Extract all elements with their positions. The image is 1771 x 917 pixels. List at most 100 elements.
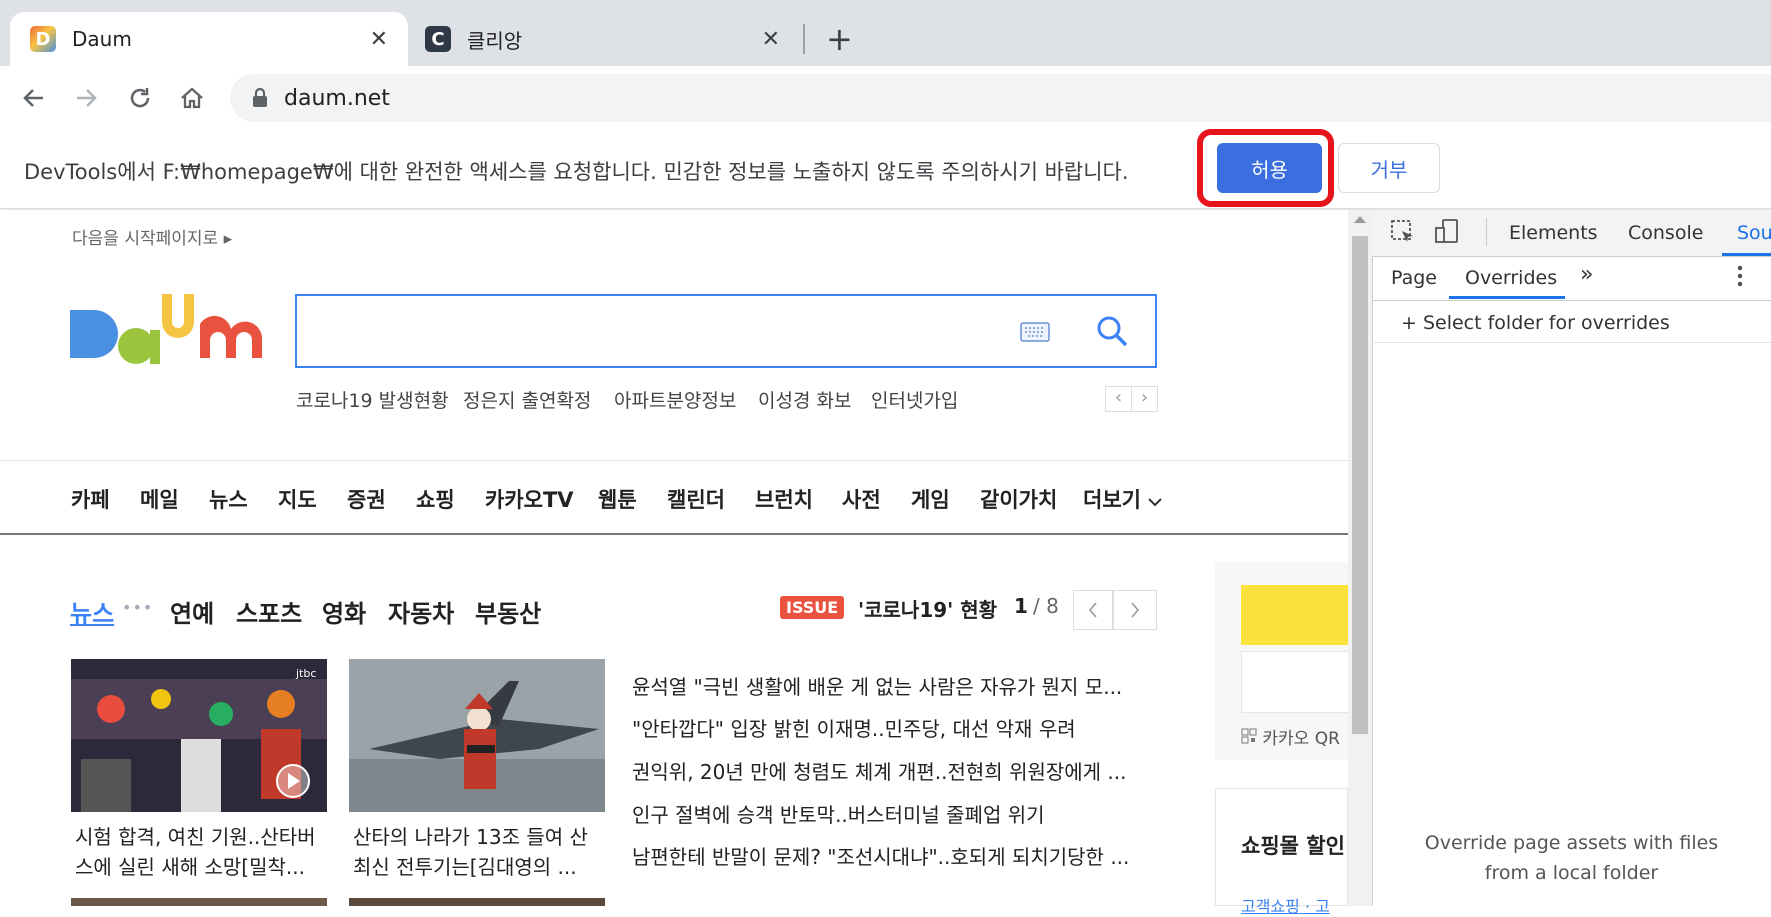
trend-keyword[interactable]: 인터넷가입 bbox=[871, 386, 958, 413]
nav-more-label: 더보기 bbox=[1083, 488, 1141, 512]
news-dots-indicator: ••• bbox=[122, 598, 154, 617]
trend-keyword[interactable]: 정은지 출연확정 bbox=[463, 386, 591, 413]
news-tab-car[interactable]: 자동차 bbox=[388, 594, 454, 629]
news-tab-sports[interactable]: 스포츠 bbox=[236, 594, 302, 629]
nav-shopping[interactable]: 쇼핑 bbox=[416, 484, 455, 514]
divider bbox=[0, 460, 1348, 461]
nav-calendar[interactable]: 캘린더 bbox=[667, 484, 725, 514]
daum-logo[interactable] bbox=[70, 290, 270, 385]
nav-kakaotv[interactable]: 카카오TV bbox=[485, 484, 574, 514]
set-homepage-link[interactable]: 다음을 시작페이지로 ▸ bbox=[72, 224, 232, 249]
back-button[interactable] bbox=[16, 80, 52, 116]
permission-message: DevTools에서 F:₩homepage₩에 대한 완전한 액세스를 요청합… bbox=[24, 160, 1129, 184]
nav-webtoon[interactable]: 웹툰 bbox=[598, 484, 637, 514]
subtab-overrides[interactable]: Overrides bbox=[1465, 267, 1557, 289]
news-tab-news[interactable]: 뉴스 bbox=[70, 594, 114, 629]
close-icon[interactable]: ✕ bbox=[762, 27, 780, 52]
tab-daum[interactable]: D Daum ✕ bbox=[10, 12, 408, 66]
reload-button[interactable] bbox=[122, 80, 158, 116]
kakao-qr-link[interactable]: 카카오 QR bbox=[1241, 724, 1340, 749]
thumb-caption[interactable]: 시험 합격, 여친 기원..산타버 bbox=[75, 822, 316, 852]
jet-santa-photo-icon bbox=[349, 659, 605, 812]
trend-prev-button[interactable]: ‹ bbox=[1105, 386, 1132, 412]
subtab-page[interactable]: Page bbox=[1391, 267, 1437, 289]
news-tab-realestate[interactable]: 부동산 bbox=[475, 594, 541, 629]
keyboard-icon[interactable] bbox=[1020, 322, 1050, 346]
issue-page-total: / 8 bbox=[1033, 594, 1059, 618]
trend-keyword[interactable]: 아파트분양정보 bbox=[614, 386, 736, 413]
devtools-tab-elements[interactable]: Elements bbox=[1509, 222, 1598, 244]
new-tab-button[interactable]: + bbox=[826, 20, 853, 58]
deny-button[interactable]: 거부 bbox=[1338, 143, 1440, 193]
qr-icon bbox=[1241, 728, 1257, 744]
thumb-caption[interactable]: 스에 실린 새해 소망[밀착... bbox=[75, 852, 305, 882]
issue-prev-button[interactable] bbox=[1073, 590, 1113, 630]
tab-title: 클리앙 bbox=[467, 28, 523, 53]
news-thumbnail[interactable] bbox=[71, 898, 327, 906]
issue-title[interactable]: '코로나19' 현황 bbox=[858, 594, 997, 623]
nav-stock[interactable]: 증권 bbox=[347, 484, 386, 514]
issue-next-button[interactable] bbox=[1113, 590, 1157, 630]
thumb-caption[interactable]: 산타의 나라가 13조 들여 산 bbox=[353, 822, 588, 852]
trend-keyword[interactable]: 이성경 화보 bbox=[758, 386, 851, 413]
divider bbox=[1486, 218, 1487, 246]
forward-button[interactable] bbox=[68, 80, 104, 116]
headline-link[interactable]: "안타깝다" 입장 밝힌 이재명..민주당, 대선 악재 우려 bbox=[632, 713, 1076, 742]
kakao-banner[interactable] bbox=[1241, 585, 1348, 645]
scrollbar-thumb[interactable] bbox=[1352, 236, 1368, 734]
overrides-empty-text-2: from a local folder bbox=[1484, 862, 1659, 884]
nav-map[interactable]: 지도 bbox=[278, 484, 317, 514]
nav-brunch[interactable]: 브런치 bbox=[755, 484, 813, 514]
close-icon[interactable]: ✕ bbox=[370, 27, 388, 52]
chevron-right-icon bbox=[1131, 602, 1140, 618]
tab-title: Daum bbox=[72, 27, 132, 51]
trend-keyword[interactable]: 코로나19 발생현황 bbox=[296, 386, 449, 413]
nav-news[interactable]: 뉴스 bbox=[209, 484, 248, 514]
headline-link[interactable]: 윤석열 "극빈 생활에 배운 게 없는 사람은 자유가 뭔지 모... bbox=[632, 671, 1122, 700]
divider bbox=[0, 533, 1348, 535]
back-arrow-icon bbox=[23, 89, 43, 107]
headline-link[interactable]: 남편한테 반말이 문제? "조선시대냐"..호되게 되치기당한 ... bbox=[632, 841, 1129, 870]
tab-divider bbox=[803, 24, 805, 54]
devtools-tab-console[interactable]: Console bbox=[1628, 222, 1703, 244]
scroll-up-icon[interactable] bbox=[1354, 216, 1366, 223]
qr-label: 카카오 QR bbox=[1262, 729, 1340, 749]
inspect-element-icon[interactable] bbox=[1390, 219, 1416, 249]
bus-photo-icon: jtbc bbox=[71, 659, 327, 812]
nav-more[interactable]: 더보기 bbox=[1083, 484, 1162, 514]
home-button[interactable] bbox=[174, 80, 210, 116]
select-folder-button[interactable]: + Select folder for overrides bbox=[1401, 312, 1670, 334]
nav-game[interactable]: 게임 bbox=[911, 484, 950, 514]
overrides-empty-text-1: Override page assets with files bbox=[1424, 832, 1719, 854]
nav-gachi[interactable]: 같이가치 bbox=[980, 484, 1057, 514]
active-subtab-indicator bbox=[1449, 296, 1565, 299]
thumb-caption[interactable]: 최신 전투기는[김대영의 ... bbox=[353, 852, 577, 882]
more-options-icon[interactable] bbox=[1737, 264, 1743, 292]
tab-clien[interactable]: C 클리앙 ✕ bbox=[405, 12, 800, 66]
shopping-sub-link[interactable]: 고객쇼핑 · 고 bbox=[1241, 893, 1330, 917]
news-tab-entertainment[interactable]: 연예 bbox=[170, 594, 214, 629]
nav-cafe[interactable]: 카페 bbox=[71, 484, 110, 514]
address-bar[interactable]: daum.net bbox=[230, 74, 1771, 122]
news-thumbnail[interactable] bbox=[349, 898, 605, 906]
clien-favicon-icon: C bbox=[425, 26, 451, 52]
news-tab-movie[interactable]: 영화 bbox=[322, 594, 366, 629]
shopping-title[interactable]: 쇼핑몰 할인 bbox=[1241, 830, 1345, 860]
daum-logo-icon bbox=[70, 294, 262, 364]
news-thumbnail[interactable]: jtbc bbox=[71, 659, 327, 812]
headline-link[interactable]: 인구 절벽에 승객 반토막..버스터미널 줄폐업 위기 bbox=[632, 799, 1045, 828]
news-thumbnail[interactable] bbox=[349, 659, 605, 812]
devtools-tab-sources[interactable]: Sou bbox=[1737, 222, 1771, 244]
nav-dictionary[interactable]: 사전 bbox=[842, 484, 881, 514]
login-box[interactable] bbox=[1241, 651, 1350, 713]
svg-text:jtbc: jtbc bbox=[295, 667, 316, 680]
trend-next-button[interactable]: › bbox=[1131, 386, 1158, 412]
nav-mail[interactable]: 메일 bbox=[140, 484, 179, 514]
chevron-down-icon bbox=[1148, 498, 1162, 507]
headline-link[interactable]: 권익위, 20년 만에 청렴도 체계 개편..전현희 위원장에게 ... bbox=[632, 756, 1127, 785]
daum-favicon-icon: D bbox=[30, 26, 56, 52]
issue-page-current: 1 bbox=[1014, 594, 1028, 618]
search-icon[interactable] bbox=[1095, 314, 1129, 352]
more-tabs-icon[interactable]: » bbox=[1580, 262, 1593, 287]
device-toolbar-icon[interactable] bbox=[1433, 218, 1461, 250]
